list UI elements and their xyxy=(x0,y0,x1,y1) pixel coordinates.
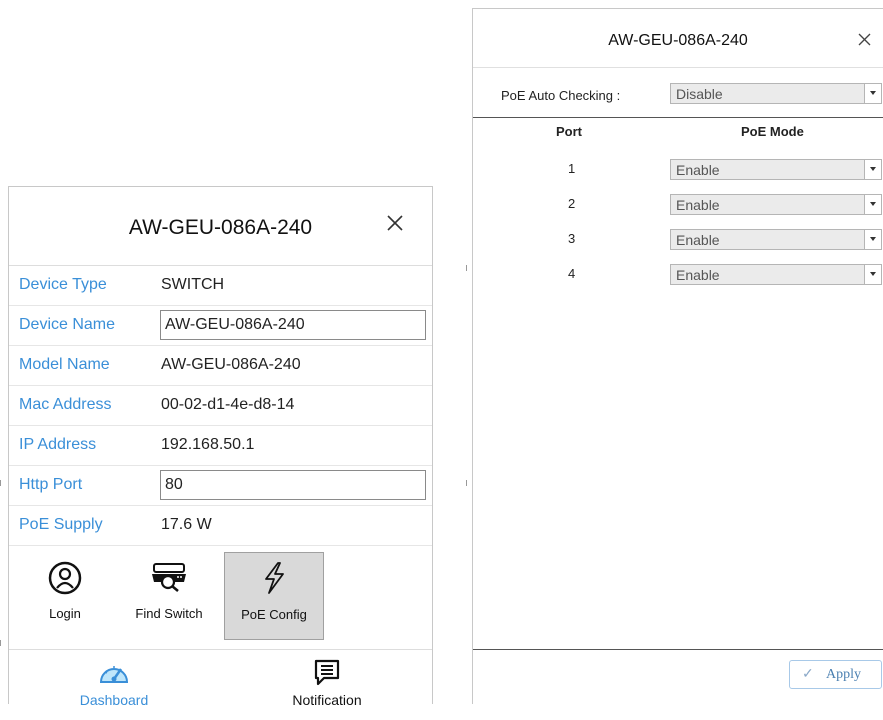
poe-mode-value: Enable xyxy=(676,232,720,248)
poe-auto-checking-value: Disable xyxy=(676,86,723,102)
device-panel-title: AW-GEU-086A-240 xyxy=(128,216,313,239)
poe-mode-value: Enable xyxy=(676,162,720,178)
poe-mode-select-port-2[interactable]: Enable xyxy=(670,194,882,215)
device-name-label: Device Name xyxy=(19,316,116,333)
poe-auto-checking-row: PoE Auto Checking : Disable xyxy=(473,68,883,118)
port-number: 2 xyxy=(568,196,576,211)
poe-supply-value: 17.6 W xyxy=(161,516,212,533)
port-column-header: Port xyxy=(556,124,582,139)
poe-panel-header: AW-GEU-086A-240 xyxy=(473,9,883,68)
poe-config-button[interactable]: PoE Config xyxy=(224,552,324,640)
poe-auto-checking-select[interactable]: Disable xyxy=(670,83,882,104)
speedometer-icon xyxy=(99,666,129,683)
poe-mode-select-port-4[interactable]: Enable xyxy=(670,264,882,285)
mac-address-label: Mac Address xyxy=(19,396,112,413)
row-device-name: Device Name xyxy=(9,306,432,346)
mac-address-value: 00-02-d1-4e-d8-14 xyxy=(161,396,295,413)
poe-mode-select-port-1[interactable]: Enable xyxy=(670,159,882,180)
nav-notification[interactable]: Notification xyxy=(227,650,427,720)
port-number: 3 xyxy=(568,231,576,246)
chevron-down-icon xyxy=(864,265,881,284)
http-port-label: Http Port xyxy=(19,476,83,493)
model-name-label: Model Name xyxy=(19,356,110,373)
tools-row: Login Find Switch PoE Config xyxy=(9,546,432,650)
find-switch-icon xyxy=(152,563,186,592)
ip-address-value: 192.168.50.1 xyxy=(161,436,255,453)
poe-mode-column-header: PoE Mode xyxy=(741,124,804,139)
model-name-value: AW-GEU-086A-240 xyxy=(161,356,301,373)
poe-config-panel: AW-GEU-086A-240 PoE Auto Checking : Disa… xyxy=(472,8,883,704)
device-panel: AW-GEU-086A-240 Device Type SWITCH Devic… xyxy=(8,186,433,708)
poe-config-label: PoE Config xyxy=(241,607,307,622)
chevron-down-icon xyxy=(864,230,881,249)
device-type-value: SWITCH xyxy=(161,276,225,293)
row-mac-address: Mac Address 00-02-d1-4e-d8-14 xyxy=(9,386,432,426)
background-divider xyxy=(0,480,1,486)
ip-address-label: IP Address xyxy=(19,436,97,453)
nav-dashboard[interactable]: Dashboard xyxy=(14,650,214,720)
row-poe-supply: PoE Supply 17.6 W xyxy=(9,506,432,546)
background-divider xyxy=(466,265,467,271)
device-type-label: Device Type xyxy=(19,276,107,293)
poe-panel-title: AW-GEU-086A-240 xyxy=(608,32,748,49)
apply-label: Apply xyxy=(826,667,861,682)
apply-button[interactable]: ✓ Apply xyxy=(789,660,882,689)
poe-auto-checking-label: PoE Auto Checking : xyxy=(501,88,621,103)
user-circle-icon xyxy=(48,561,82,595)
row-ip-address: IP Address 192.168.50.1 xyxy=(9,426,432,466)
background-divider xyxy=(466,480,467,486)
port-number: 1 xyxy=(568,161,576,176)
chevron-down-icon xyxy=(864,195,881,214)
check-icon: ✓ xyxy=(802,667,814,682)
nav-notification-label: Notification xyxy=(292,692,362,708)
row-device-type: Device Type SWITCH xyxy=(9,266,432,306)
close-icon[interactable] xyxy=(858,33,871,46)
row-model-name: Model Name AW-GEU-086A-240 xyxy=(9,346,432,386)
lightning-icon xyxy=(265,562,284,594)
chevron-down-icon xyxy=(864,84,881,103)
device-name-input[interactable] xyxy=(160,310,426,340)
message-icon xyxy=(314,659,340,686)
find-switch-label: Find Switch xyxy=(135,606,203,621)
poe-mode-select-port-3[interactable]: Enable xyxy=(670,229,882,250)
login-button[interactable]: Login xyxy=(15,552,115,640)
find-switch-button[interactable]: Find Switch xyxy=(119,552,219,640)
poe-mode-value: Enable xyxy=(676,267,720,283)
poe-supply-label: PoE Supply xyxy=(19,516,103,533)
login-label: Login xyxy=(49,606,81,621)
poe-panel-footer: ✓ Apply xyxy=(473,649,883,706)
port-number: 4 xyxy=(568,266,576,281)
close-icon[interactable] xyxy=(386,214,404,232)
row-http-port: Http Port xyxy=(9,466,432,506)
background-divider xyxy=(0,640,1,646)
bottom-nav: Dashboard Notification xyxy=(9,650,432,720)
poe-mode-value: Enable xyxy=(676,197,720,213)
chevron-down-icon xyxy=(864,160,881,179)
device-panel-header: AW-GEU-086A-240 xyxy=(9,187,432,266)
nav-dashboard-label: Dashboard xyxy=(79,692,149,708)
http-port-input[interactable] xyxy=(160,470,426,500)
